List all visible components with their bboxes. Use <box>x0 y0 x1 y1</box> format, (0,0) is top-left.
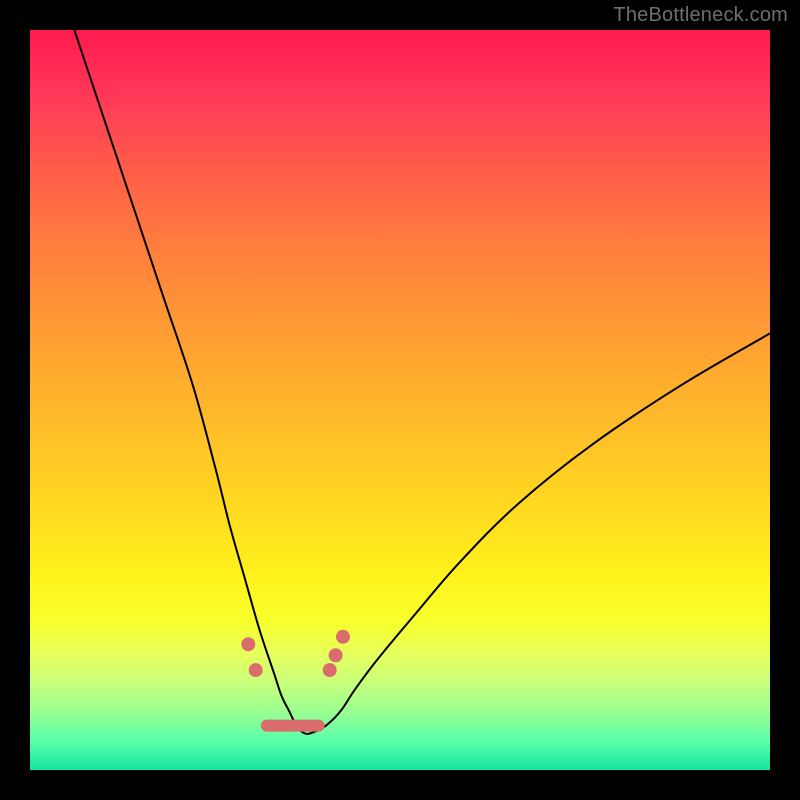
curve-path <box>74 30 770 734</box>
curve-dot <box>323 663 337 677</box>
curve-dot <box>249 663 263 677</box>
bottleneck-curve <box>30 30 770 770</box>
dot-group <box>241 630 350 677</box>
watermark-text: TheBottleneck.com <box>613 4 788 27</box>
curve-dot <box>336 630 350 644</box>
curve-dot <box>329 648 343 662</box>
plot-area <box>30 30 770 770</box>
chart-frame: TheBottleneck.com <box>0 0 800 800</box>
curve-dot <box>241 637 255 651</box>
